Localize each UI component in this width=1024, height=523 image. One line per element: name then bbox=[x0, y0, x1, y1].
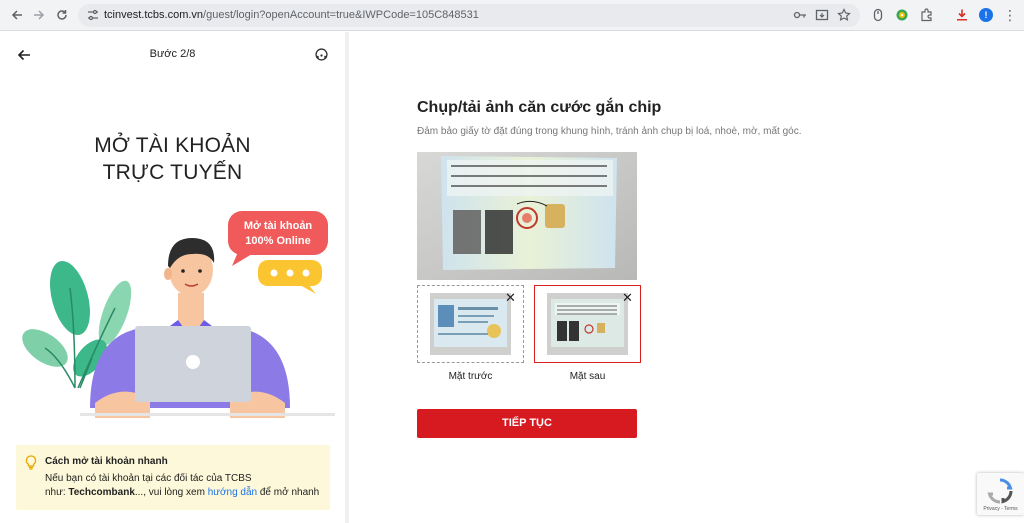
key-icon[interactable] bbox=[793, 8, 807, 22]
browser-menu-icon[interactable]: ⋮ bbox=[1003, 7, 1017, 23]
url-domain: tcinvest.tcbs.com.vn bbox=[104, 9, 204, 21]
support-icon[interactable] bbox=[314, 47, 329, 62]
upload-title: Chụp/tải ảnh căn cước gắn chip bbox=[417, 99, 662, 116]
tip-text-suffix: để mở nhanh bbox=[257, 487, 320, 498]
tip-title: Cách mở tài khoản nhanh bbox=[45, 456, 168, 467]
front-side-thumbnail[interactable]: ✕ bbox=[417, 285, 524, 363]
site-settings-icon[interactable] bbox=[87, 9, 99, 21]
extension-color-icon[interactable] bbox=[895, 8, 909, 22]
tip-text-prefix: như: bbox=[45, 487, 69, 498]
recaptcha-badge[interactable]: Privacy - Terms bbox=[977, 473, 1024, 515]
profile-avatar[interactable]: ! bbox=[979, 8, 993, 22]
back-side-thumbnail[interactable]: ✕ bbox=[534, 285, 641, 363]
tip-text-mid: ..., vui lòng xem bbox=[134, 487, 208, 498]
guide-link[interactable]: hướng dẫn bbox=[208, 487, 257, 498]
browser-forward-icon[interactable] bbox=[30, 6, 48, 24]
download-icon[interactable] bbox=[955, 8, 969, 22]
right-panel: Chụp/tải ảnh căn cước gắn chip Đảm bảo g… bbox=[349, 32, 1024, 523]
headline-line-1: MỞ TÀI KHOẢN bbox=[94, 134, 251, 157]
speech-bubble: Mở tài khoản 100% Online bbox=[228, 211, 328, 266]
url-text: tcinvest.tcbs.com.vn/guest/login?openAcc… bbox=[104, 9, 479, 21]
remove-front-icon[interactable]: ✕ bbox=[504, 291, 517, 304]
tip-partner: Techcombank bbox=[68, 487, 135, 498]
bubble-line-2: 100% Online bbox=[245, 235, 310, 247]
headline-line-2: TRỰC TUYẾN bbox=[102, 161, 243, 184]
tip-body: Nếu bạn có tài khoản tại các đối tác của… bbox=[45, 472, 325, 500]
left-panel: Bước 2/8 MỞ TÀI KHOẢN TRỰC TUYẾN Mở tài … bbox=[0, 32, 345, 523]
front-side-label: Mặt trước bbox=[448, 371, 493, 382]
upload-instructions: Đảm bảo giấy tờ đặt đúng trong khung hìn… bbox=[417, 126, 802, 137]
lightbulb-icon bbox=[25, 455, 37, 470]
id-card-back-thumbnail bbox=[547, 293, 628, 355]
remove-back-icon[interactable]: ✕ bbox=[621, 291, 634, 304]
url-path: /guest/login?openAccount=true&IWPCode=10… bbox=[203, 9, 479, 21]
bubble-line-1: Mở tài khoản bbox=[244, 220, 313, 232]
step-indicator: Bước 2/8 bbox=[149, 48, 196, 60]
browser-back-icon[interactable] bbox=[8, 6, 26, 24]
typing-bubble bbox=[258, 260, 322, 294]
browser-toolbar: tcinvest.tcbs.com.vn/guest/login?openAcc… bbox=[0, 0, 1024, 31]
star-icon[interactable] bbox=[837, 8, 851, 22]
extensions-puzzle-icon[interactable] bbox=[920, 8, 934, 22]
tip-text-1: Nếu bạn có tài khoản tại các đối tác của… bbox=[45, 473, 252, 484]
reload-icon[interactable] bbox=[53, 6, 71, 24]
install-icon[interactable] bbox=[815, 8, 829, 22]
quick-open-tip: Cách mở tài khoản nhanh Nếu bạn có tài k… bbox=[16, 445, 330, 510]
extension-mouse-icon[interactable] bbox=[871, 8, 885, 22]
recaptcha-icon bbox=[987, 478, 1013, 504]
open-account-illustration: Mở tài khoản 100% Online bbox=[22, 211, 335, 418]
continue-button[interactable]: TIẾP TỤC bbox=[417, 409, 637, 438]
page-headline: MỞ TÀI KHOẢN TRỰC TUYẾN bbox=[0, 132, 345, 186]
back-side-label: Mặt sau bbox=[569, 371, 606, 382]
id-card-back-preview bbox=[417, 152, 637, 280]
recaptcha-links[interactable]: Privacy - Terms bbox=[977, 506, 1024, 512]
address-bar[interactable]: tcinvest.tcbs.com.vn/guest/login?openAcc… bbox=[78, 4, 860, 27]
id-card-front-thumbnail bbox=[430, 293, 511, 355]
